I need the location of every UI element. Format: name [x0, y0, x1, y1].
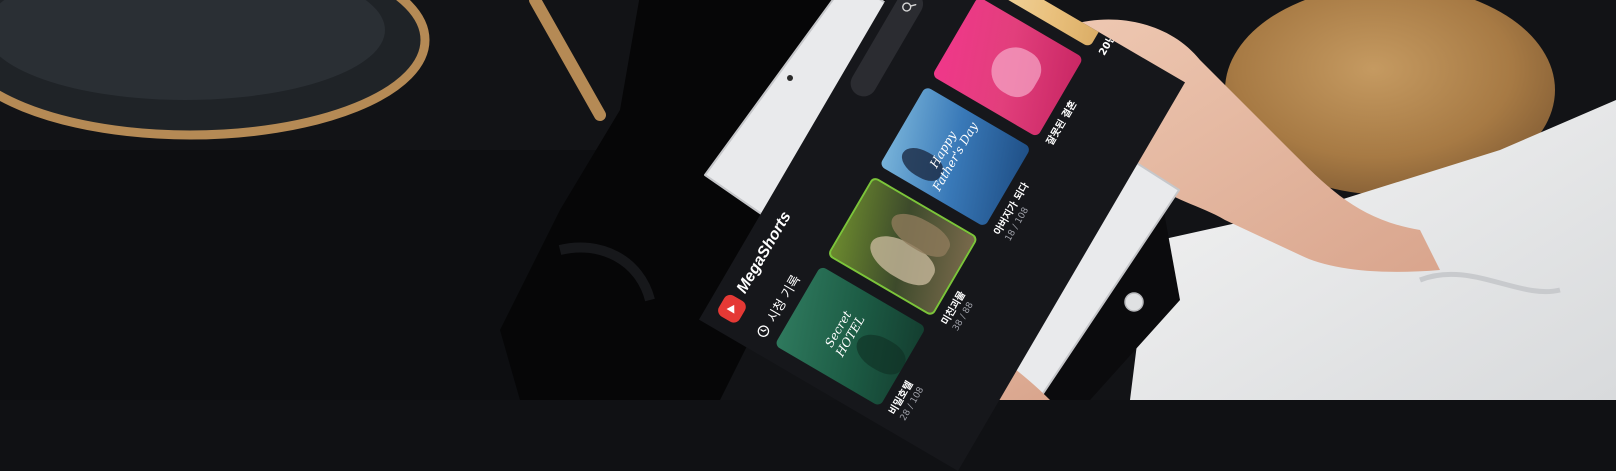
tablet-home-button[interactable] — [1124, 292, 1144, 312]
tablet-camera — [787, 75, 793, 81]
search-icon[interactable] — [898, 0, 920, 17]
play-logo-icon — [715, 292, 749, 326]
history-icon — [757, 325, 770, 337]
